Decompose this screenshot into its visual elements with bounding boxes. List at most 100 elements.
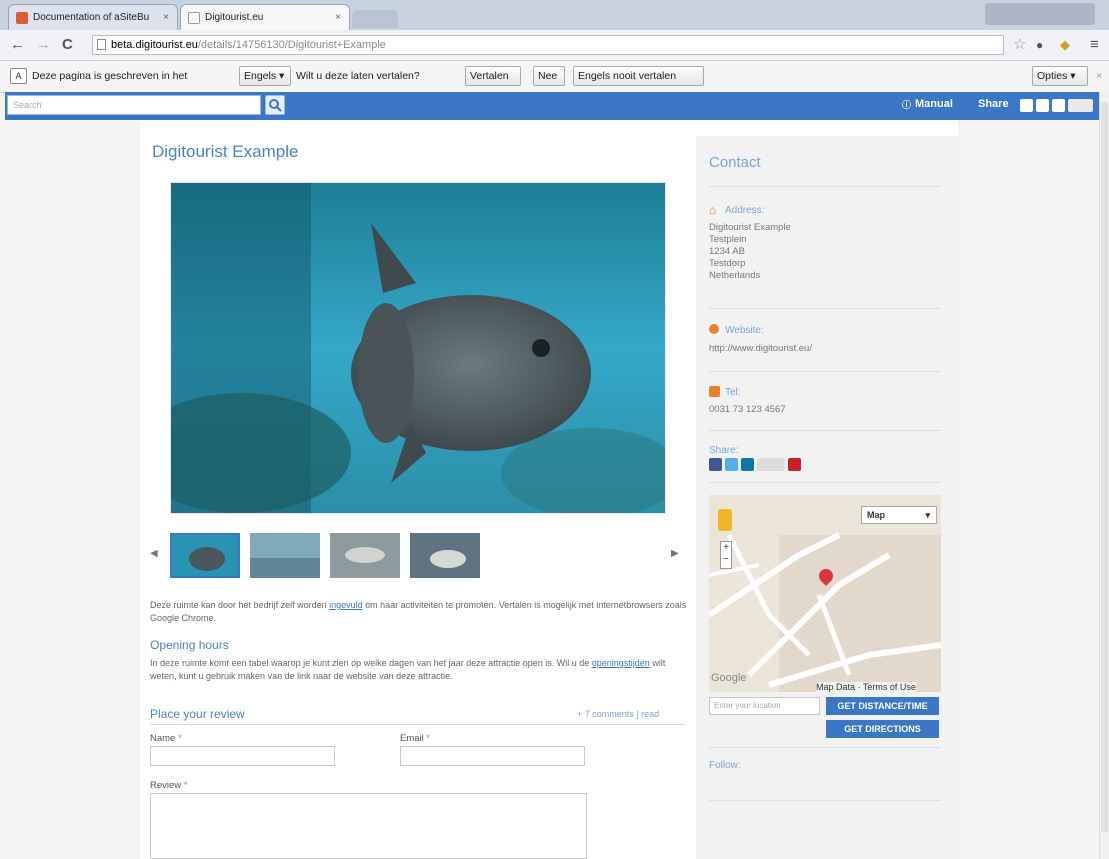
facebook-icon[interactable] — [1020, 99, 1033, 112]
no-button[interactable]: Nee — [533, 66, 565, 86]
back-icon[interactable]: ← — [10, 37, 25, 53]
page-icon — [97, 39, 106, 50]
url-input[interactable]: beta.digitourist.eu/details/14756130/Dig… — [92, 35, 1004, 55]
twitter-icon[interactable] — [1036, 99, 1049, 112]
google-logo: Google — [711, 672, 747, 684]
get-directions-button[interactable]: GET DIRECTIONS — [826, 720, 939, 738]
scrollbar[interactable] — [1099, 92, 1109, 859]
forward-icon[interactable]: → — [36, 37, 51, 53]
pinterest-icon[interactable] — [788, 458, 801, 471]
search-input[interactable]: Search — [7, 95, 261, 115]
pegman-icon[interactable] — [718, 509, 732, 531]
website-link[interactable]: http://www.digitourist.eu/ — [709, 343, 812, 355]
page-icon — [188, 12, 200, 24]
name-input[interactable] — [150, 746, 335, 766]
thumbnail-image — [250, 533, 320, 578]
terms-link[interactable]: Terms of Use — [863, 682, 916, 692]
new-tab-button[interactable] — [352, 10, 398, 28]
never-translate-button[interactable]: Engels nooit vertalen — [573, 66, 704, 86]
search-button[interactable] — [265, 95, 285, 115]
url-path: /details/14756130/Digitourist+Example — [197, 39, 386, 51]
address-line: Testdorp — [709, 258, 746, 269]
map-data-link[interactable]: Map Data — [816, 682, 855, 692]
thumbnail[interactable] — [170, 533, 240, 578]
address-line: Netherlands — [709, 270, 761, 281]
divider — [709, 186, 941, 187]
map-widget[interactable]: + − Map ▾ Google — [709, 495, 941, 692]
review-label-text: Review — [150, 780, 182, 791]
inline-link[interactable]: openingstijden — [592, 658, 650, 668]
translate-bar: A Deze pagina is geschreven in het Engel… — [0, 61, 1109, 93]
thumbnail[interactable] — [250, 533, 320, 578]
required-mark: * — [177, 733, 182, 744]
translate-prefix: Deze pagina is geschreven in het — [32, 70, 188, 82]
search-icon — [269, 99, 282, 112]
favicon-icon — [16, 12, 28, 24]
page-title: Digitourist Example — [152, 142, 299, 161]
map-attribution: Map Data · Terms of Use — [816, 682, 916, 692]
twitter-icon[interactable] — [725, 458, 738, 471]
zoom-control[interactable]: + − — [720, 541, 732, 569]
extension-icon[interactable]: ● — [1036, 37, 1043, 53]
location-input[interactable]: Enter your location — [709, 697, 820, 715]
tab-documentation[interactable]: Documentation of aSiteBu × — [8, 4, 178, 30]
options-button[interactable]: Opties ▾ — [1032, 66, 1088, 86]
linkedin-icon[interactable] — [741, 458, 754, 471]
tab-digitourist[interactable]: Digitourist.eu × — [180, 4, 350, 30]
divider — [150, 724, 685, 725]
address-label: Address: — [725, 205, 765, 216]
translate-button[interactable]: Vertalen — [465, 66, 521, 86]
manual-link[interactable]: Manual — [915, 98, 953, 110]
tel-label: Tel: — [725, 387, 741, 398]
contact-heading: Contact — [709, 154, 761, 171]
info-icon: ⓘ — [902, 100, 912, 110]
reload-icon[interactable]: C — [62, 37, 73, 53]
website-label: Website: — [725, 325, 764, 336]
address-line: Digitourist Example — [709, 222, 791, 233]
map-type-select[interactable]: Map ▾ — [861, 506, 937, 524]
scrollbar-thumb[interactable] — [1101, 102, 1108, 832]
review-textarea[interactable] — [150, 793, 587, 859]
get-distance-button[interactable]: GET DISTANCE/TIME — [826, 697, 939, 715]
thumbnail[interactable] — [410, 533, 480, 578]
sunfish-photo — [171, 183, 665, 513]
star-icon[interactable]: ☆ — [1013, 37, 1026, 53]
comments-link[interactable]: + 7 comments | read — [577, 709, 659, 719]
translate-question: Wilt u deze laten vertalen? — [296, 70, 420, 82]
prev-arrow-icon[interactable]: ◀ — [150, 548, 158, 559]
window-controls[interactable] — [985, 3, 1095, 25]
language-select[interactable]: Engels ▾ — [239, 66, 291, 86]
email-input[interactable] — [400, 746, 585, 766]
translate-icon: A — [10, 68, 27, 84]
close-icon[interactable]: × — [1096, 66, 1102, 86]
facebook-icon[interactable] — [709, 458, 722, 471]
linkedin-icon[interactable] — [1052, 99, 1065, 112]
next-arrow-icon[interactable]: ▶ — [671, 548, 679, 559]
url-host: beta.digitourist.eu — [111, 39, 198, 51]
extension-icon[interactable]: ◆ — [1060, 37, 1070, 53]
thumbnail-image — [410, 533, 480, 578]
phone-icon — [709, 386, 720, 397]
inline-link[interactable]: ingevuld — [329, 600, 363, 610]
google-plus-icon[interactable] — [1068, 99, 1093, 112]
divider — [709, 747, 941, 748]
close-icon[interactable]: × — [163, 5, 169, 30]
site-header: Search ⓘ Manual Share — [5, 92, 1099, 120]
name-label-text: Name — [150, 733, 176, 744]
google-plus-icon[interactable] — [757, 458, 785, 471]
main-photo[interactable] — [170, 182, 666, 514]
divider — [709, 800, 941, 801]
email-label-text: Email — [400, 733, 424, 744]
address-line: Testplein — [709, 234, 747, 245]
browser-tab-bar: Documentation of aSiteBu × Digitourist.e… — [0, 0, 1109, 30]
required-mark: * — [426, 733, 431, 744]
tab-label: Documentation of aSiteBu — [33, 12, 150, 23]
share-label: Share: — [709, 445, 739, 456]
menu-icon[interactable]: ≡ — [1090, 37, 1099, 53]
divider — [709, 308, 941, 309]
address-line: 1234 AB — [709, 246, 745, 257]
language-value: Engels — [244, 70, 277, 82]
thumbnail[interactable] — [330, 533, 400, 578]
close-icon[interactable]: × — [335, 5, 341, 30]
tel-value: 0031 73 123 4567 — [709, 404, 786, 415]
